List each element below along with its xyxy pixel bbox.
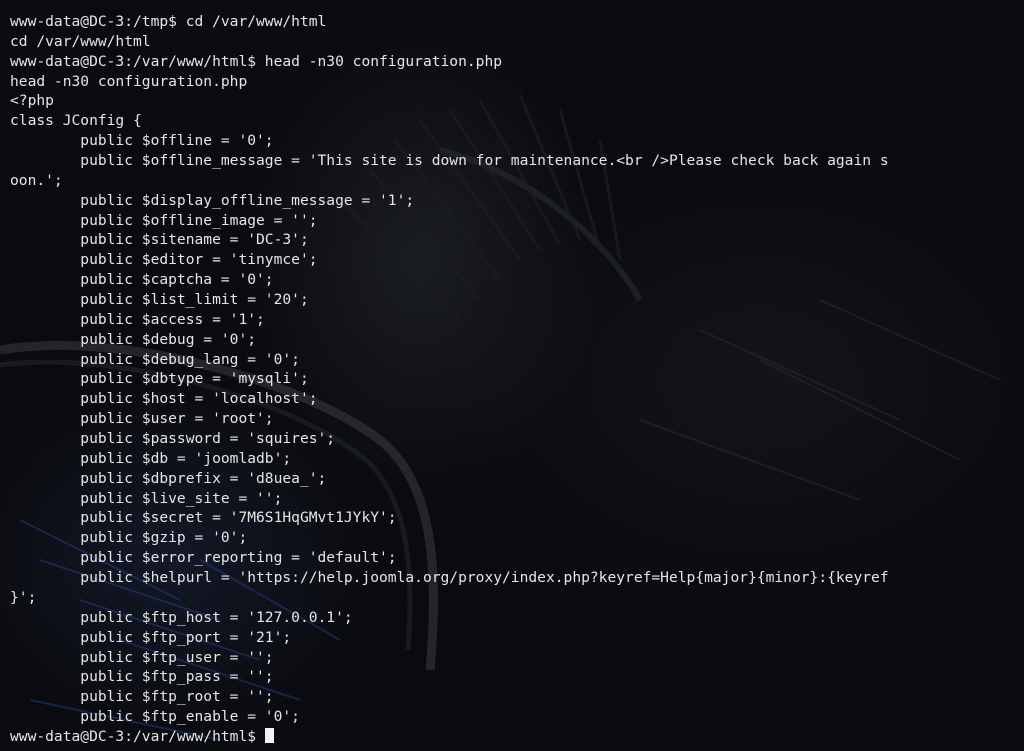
terminal-line: <?php [10,92,54,110]
terminal-line: public $editor = 'tinymce'; [10,251,318,269]
terminal-window[interactable]: www-data@DC-3:/tmp$ cd /var/www/html cd /… [0,0,1024,751]
terminal-line: public $ftp_root = ''; [10,688,274,706]
terminal-line: public $offline_image = ''; [10,211,318,229]
shell-prompt: www-data@DC-3:/var/www/html$ [10,727,265,745]
terminal-line: head -n30 configuration.php [10,72,248,90]
terminal-line: public $host = 'localhost'; [10,390,318,408]
terminal-output[interactable]: www-data@DC-3:/tmp$ cd /var/www/html cd /… [10,12,889,747]
terminal-line: class JConfig { [10,112,142,130]
terminal-line: public $live_site = ''; [10,489,283,507]
terminal-line: public $dbtype = 'mysqli'; [10,370,309,388]
terminal-line: public $db = 'joomladb'; [10,449,292,467]
terminal-line: public $dbprefix = 'd8uea_'; [10,469,327,487]
terminal-line: public $captcha = '0'; [10,271,274,289]
terminal-line: public $display_offline_message = '1'; [10,191,415,209]
terminal-line: public $gzip = '0'; [10,529,248,547]
terminal-line: }'; [10,588,37,606]
terminal-prompt-line[interactable]: www-data@DC-3:/var/www/html$ [10,727,889,747]
terminal-line: public $debug_lang = '0'; [10,350,300,368]
terminal-line: public $helpurl = 'https://help.joomla.o… [10,569,889,587]
terminal-line: public $access = '1'; [10,310,265,328]
text-cursor [264,727,274,743]
terminal-line: public $user = 'root'; [10,410,274,428]
terminal-line: public $ftp_host = '127.0.0.1'; [10,608,353,626]
terminal-line: public $sitename = 'DC-3'; [10,231,309,249]
terminal-line: www-data@DC-3:/tmp$ cd /var/www/html [10,13,327,30]
terminal-line: public $offline = '0'; [10,132,274,150]
terminal-line: oon.'; [10,171,63,189]
terminal-line: public $debug = '0'; [10,330,257,348]
terminal-line: cd /var/www/html [10,32,151,50]
terminal-line: public $error_reporting = 'default'; [10,549,397,567]
terminal-line: public $offline_message = 'This site is … [10,152,889,170]
terminal-line: public $ftp_enable = '0'; [10,708,300,726]
terminal-line: public $ftp_port = '21'; [10,628,292,646]
terminal-line: public $ftp_pass = ''; [10,668,274,686]
terminal-line: public $ftp_user = ''; [10,648,274,666]
terminal-line: public $secret = '7M6S1HqGMvt1JYkY'; [10,509,397,527]
terminal-line: www-data@DC-3:/var/www/html$ head -n30 c… [10,52,503,70]
terminal-line: public $password = 'squires'; [10,430,336,448]
terminal-line: public $list_limit = '20'; [10,291,309,309]
